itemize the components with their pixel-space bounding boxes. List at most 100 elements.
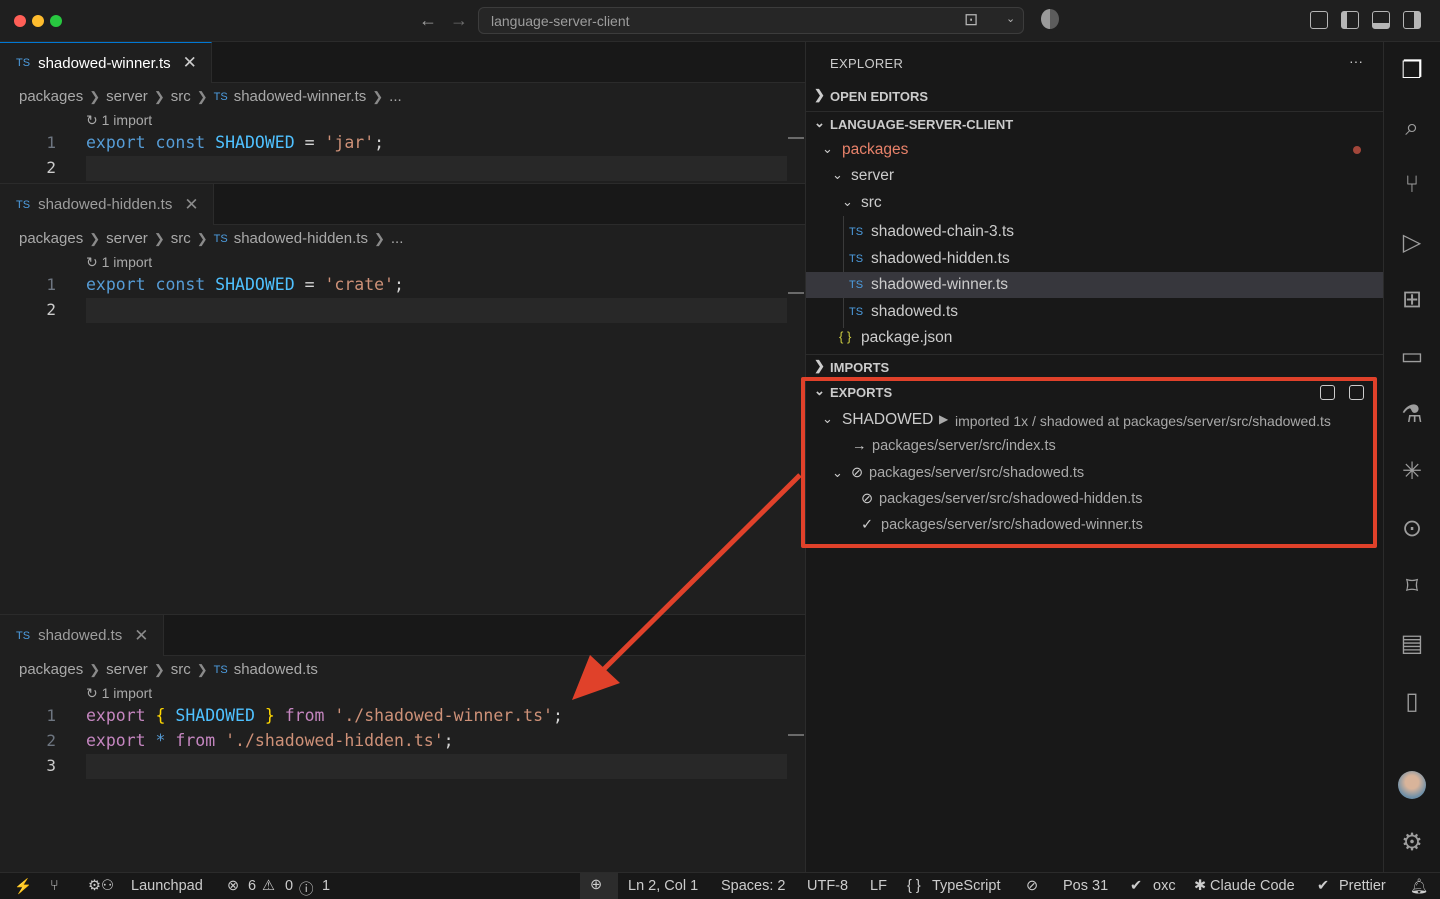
minimize-window-button[interactable]: [32, 15, 44, 27]
warning-icon[interactable]: ⚠: [262, 878, 275, 894]
line-content[interactable]: export * from './shadowed-hidden.ts';: [86, 731, 454, 750]
tab-shadowed-winner[interactable]: TS shadowed-winner.ts ✕: [0, 42, 212, 83]
copilot-icon[interactable]: [1041, 9, 1059, 29]
file-label: package.json: [861, 329, 953, 346]
error-count[interactable]: 6: [248, 878, 256, 894]
language-mode[interactable]: TypeScript: [932, 878, 1001, 894]
copilot-disabled-icon[interactable]: ⊘: [1026, 878, 1038, 894]
codelens-imports[interactable]: ↻ 1 import: [86, 254, 152, 271]
line-content[interactable]: export { SHADOWED } from './shadowed-win…: [86, 706, 563, 725]
explorer-files-icon[interactable]: ❐: [1397, 56, 1427, 86]
close-icon[interactable]: ✕: [183, 53, 197, 73]
error-icon[interactable]: ⊗: [227, 878, 239, 894]
claude-spark-icon[interactable]: ✳: [1397, 457, 1427, 487]
encoding[interactable]: UTF-8: [807, 878, 848, 894]
copilot-chat-icon[interactable]: ⊡: [964, 10, 978, 30]
breadcrumb-item[interactable]: src: [171, 230, 191, 247]
scrollbar-marker[interactable]: [788, 734, 804, 736]
extensions-icon[interactable]: ⊞: [1397, 285, 1427, 315]
launchpad-icon[interactable]: ⚙⚇: [88, 878, 114, 894]
file-shadowed[interactable]: TS shadowed.ts: [806, 299, 1384, 325]
chevron-down-icon[interactable]: ⌄: [1006, 12, 1015, 25]
indentation[interactable]: Spaces: 2: [721, 878, 786, 894]
customize-layout-icon[interactable]: [1310, 11, 1328, 29]
forward-arrow-icon[interactable]: →: [450, 10, 468, 30]
bell-icon[interactable]: 🔔︎: [1410, 878, 1428, 895]
launchpad-label[interactable]: Launchpad: [131, 878, 203, 894]
editor-group-1: TS shadowed-winner.ts ✕ packages ❯ serve…: [0, 42, 805, 183]
end-of-line[interactable]: LF: [870, 878, 887, 894]
file-shadowed-hidden[interactable]: TS shadowed-hidden.ts: [806, 246, 1384, 272]
scrollbar-marker[interactable]: [788, 292, 804, 294]
cursor-position[interactable]: Ln 2, Col 1: [628, 878, 698, 894]
gear-icon[interactable]: ⚙: [1397, 828, 1427, 858]
breadcrumb-item[interactable]: ...: [389, 88, 402, 105]
codelens-imports[interactable]: ↻ 1 import: [86, 685, 152, 702]
codelens-imports[interactable]: ↻ 1 import: [86, 112, 152, 129]
panel-layout-icon[interactable]: ▯: [1397, 687, 1427, 717]
database-icon[interactable]: ▤: [1397, 629, 1427, 659]
offset-position[interactable]: Pos 31: [1063, 878, 1108, 894]
close-icon[interactable]: ✕: [134, 626, 148, 646]
tab-shadowed-hidden[interactable]: TS shadowed-hidden.ts ✕: [0, 184, 214, 225]
breadcrumb-item[interactable]: server: [106, 230, 148, 247]
folder-packages[interactable]: ⌄ packages: [806, 137, 1384, 163]
line-content[interactable]: export const SHADOWED = 'crate';: [86, 275, 404, 294]
scrollbar-marker[interactable]: [788, 137, 804, 139]
breadcrumb-item[interactable]: src: [171, 661, 191, 678]
remote-explorer-icon[interactable]: ▭: [1397, 342, 1427, 372]
tab-shadowed[interactable]: TS shadowed.ts ✕: [0, 615, 164, 656]
search-icon[interactable]: ⌕: [1397, 113, 1427, 143]
typescript-file-icon: TS: [213, 90, 228, 103]
breadcrumb-item[interactable]: packages: [19, 230, 83, 247]
file-shadowed-chain-3[interactable]: TS shadowed-chain-3.ts: [806, 219, 1384, 245]
file-package-json[interactable]: { } package.json: [806, 325, 1384, 351]
source-control-icon[interactable]: ⑂: [1397, 170, 1427, 200]
folder-src[interactable]: ⌄ src: [806, 190, 1384, 216]
tab-bar: TS shadowed-hidden.ts ✕: [0, 184, 805, 225]
typescript-file-icon: TS: [16, 629, 31, 642]
back-arrow-icon[interactable]: ←: [419, 10, 437, 30]
breadcrumb-item[interactable]: packages: [19, 661, 83, 678]
close-icon[interactable]: ✕: [184, 195, 198, 215]
prettier-formatter[interactable]: Prettier: [1339, 878, 1386, 894]
toggle-secondary-sidebar-icon[interactable]: [1403, 11, 1421, 29]
git-graph-icon[interactable]: ⊙: [1397, 514, 1427, 544]
breadcrumb-item[interactable]: ...: [391, 230, 404, 247]
breadcrumb-item[interactable]: shadowed.ts: [234, 661, 318, 678]
more-actions-icon[interactable]: ···: [1349, 53, 1363, 69]
toggle-panel-icon[interactable]: [1372, 11, 1390, 29]
breadcrumb-item[interactable]: packages: [19, 88, 83, 105]
workspace-root-section[interactable]: ⌄ LANGUAGE-SERVER-CLIENT: [806, 111, 1384, 137]
line-content[interactable]: export const SHADOWED = 'jar';: [86, 133, 384, 152]
file-shadowed-winner[interactable]: TS shadowed-winner.ts: [806, 272, 1384, 298]
git-branch-icon[interactable]: ⑂: [50, 878, 59, 894]
warning-count[interactable]: 0: [285, 878, 293, 894]
breadcrumb-item[interactable]: src: [171, 88, 191, 105]
testing-flask-icon[interactable]: ⚗: [1397, 400, 1427, 430]
remote-indicator-icon[interactable]: ⚡: [14, 878, 32, 895]
breadcrumb-item[interactable]: server: [106, 661, 148, 678]
line-number: 2: [46, 158, 56, 177]
breadcrumb-item[interactable]: server: [106, 88, 148, 105]
breadcrumb-item[interactable]: shadowed-winner.ts: [234, 88, 367, 105]
toggle-primary-sidebar-icon[interactable]: [1341, 11, 1359, 29]
info-icon[interactable]: ⓘ: [299, 878, 314, 899]
chevron-right-icon: ❯: [196, 230, 208, 246]
chevron-down-icon: ⌄: [814, 115, 825, 130]
command-center-search[interactable]: language-server-client ⊡ ⌄: [478, 7, 1024, 34]
breadcrumb-item[interactable]: shadowed-hidden.ts: [234, 230, 368, 247]
open-editors-section[interactable]: ❯ OPEN EDITORS: [806, 84, 1384, 110]
keyword: export: [86, 731, 146, 750]
zoom-button[interactable]: ⊕: [580, 873, 618, 899]
avatar[interactable]: [1398, 771, 1426, 799]
bookmark-icon[interactable]: ⌑: [1397, 572, 1427, 602]
zoom-window-button[interactable]: [50, 15, 62, 27]
claude-code[interactable]: Claude Code: [1210, 878, 1295, 894]
info-count[interactable]: 1: [322, 878, 330, 894]
oxc-linter[interactable]: oxc: [1153, 878, 1176, 894]
close-window-button[interactable]: [14, 15, 26, 27]
folder-server[interactable]: ⌄ server: [806, 163, 1384, 189]
run-debug-icon[interactable]: ▷: [1397, 228, 1427, 258]
breadcrumb: packages ❯ server ❯ src ❯ TS shadowed-wi…: [19, 88, 402, 105]
